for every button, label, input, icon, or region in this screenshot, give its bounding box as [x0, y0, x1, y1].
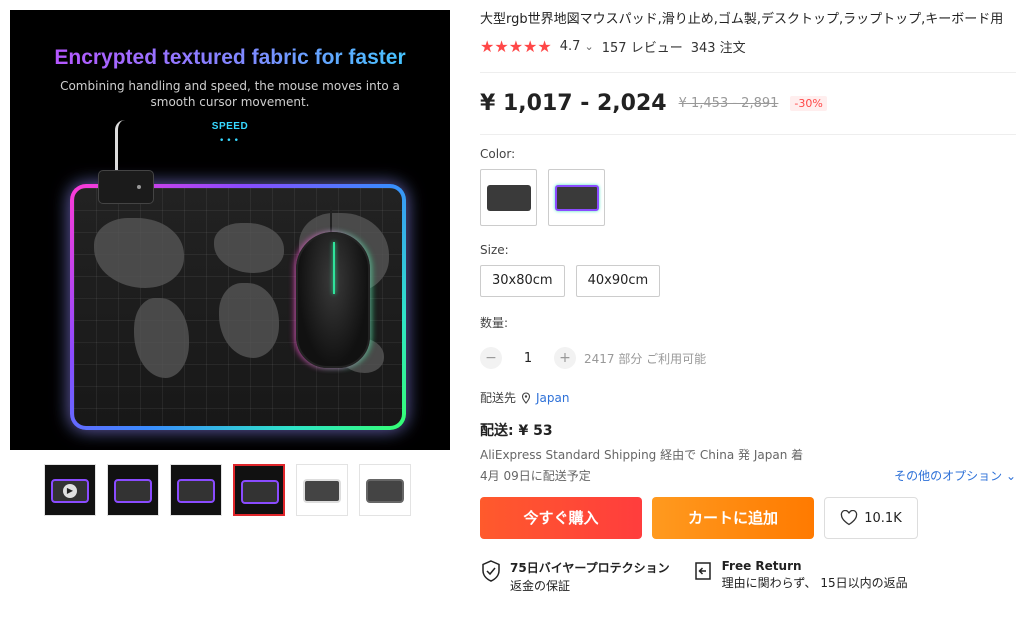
- ship-to-country-link[interactable]: Japan: [536, 391, 569, 405]
- guarantees-row: 75日バイヤープロテクション 返金の保証 Free Return 理由に関わらず…: [480, 559, 1016, 594]
- image-speed-label: SPEED: [211, 121, 249, 132]
- thumbnail-image[interactable]: [107, 464, 159, 516]
- size-option-40x90[interactable]: 40x90cm: [575, 265, 661, 297]
- rating-value[interactable]: 4.7 ⌄: [560, 39, 594, 54]
- swatch-pad-graphic: [487, 185, 531, 211]
- size-option-30x80[interactable]: 30x80cm: [480, 265, 565, 297]
- color-swatch-plain[interactable]: [480, 169, 537, 226]
- quantity-value[interactable]: 1: [510, 351, 546, 366]
- free-return[interactable]: Free Return 理由に関わらず、 15日以内の返品: [692, 559, 908, 594]
- divider: [480, 134, 1016, 135]
- main-product-image[interactable]: Encrypted textured fabric for faster Com…: [10, 10, 450, 450]
- buyer-protection-subtitle: 返金の保証: [510, 579, 571, 593]
- quantity-label: 数量:: [480, 316, 509, 330]
- thumbnail-pad-graphic: [241, 480, 279, 504]
- discount-badge: -30%: [790, 96, 827, 111]
- usb-cable-graphic: [115, 120, 127, 175]
- thumbnail-pad-graphic: [366, 479, 404, 503]
- buy-now-button[interactable]: 今すぐ購入: [480, 497, 642, 539]
- shield-check-icon: [482, 560, 500, 582]
- product-title: 大型rgb世界地図マウスパッド,滑り止め,ゴム製,デスクトップ,ラップトップ,キ…: [480, 12, 1004, 27]
- buyer-protection[interactable]: 75日バイヤープロテクション 返金の保証: [480, 559, 670, 594]
- image-headline: Encrypted textured fabric for faster: [10, 46, 450, 70]
- ship-to-row: 配送先 Japan: [480, 389, 1016, 406]
- location-pin-icon: [521, 391, 531, 404]
- color-label: Color:: [480, 147, 516, 161]
- current-price: ¥ 1,017 - 2,024: [480, 91, 667, 116]
- gaming-mouse-graphic: [296, 232, 370, 368]
- buyer-protection-title: 75日バイヤープロテクション: [510, 561, 670, 575]
- star-rating-icon: ★★★★★: [480, 37, 552, 56]
- product-info-panel: 大型rgb世界地図マウスパッド,滑り止め,ゴム製,デスクトップ,ラップトップ,キ…: [480, 10, 1016, 594]
- color-swatch-rgb[interactable]: [548, 169, 605, 226]
- shipping-cost: 配送: ¥ 53: [480, 423, 553, 439]
- rating-row: ★★★★★ 4.7 ⌄ 157 レビュー 343 注文: [480, 37, 1016, 56]
- thumbnail-pad-graphic: [303, 479, 341, 503]
- size-label: Size:: [480, 243, 509, 257]
- image-subtext: Combining handling and speed, the mouse …: [60, 79, 400, 109]
- wishlist-count: 10.1K: [864, 510, 902, 526]
- delivery-row: 4月 09日に配送予定 その他のオプション ⌄: [480, 467, 1016, 484]
- divider: [480, 72, 1016, 73]
- quantity-increase-button[interactable]: +: [554, 347, 576, 369]
- play-icon: ▶: [63, 484, 77, 498]
- thumbnail-image-selected[interactable]: [233, 464, 285, 516]
- swatch-pad-graphic: [555, 185, 599, 211]
- price-row: ¥ 1,017 - 2,024 ¥ 1,453 - 2,891 -30%: [480, 91, 1016, 116]
- heart-icon: [841, 510, 858, 526]
- chevron-down-icon: ⌄: [584, 40, 594, 53]
- availability-text: 2417 部分 ご利用可能: [584, 351, 707, 366]
- color-swatches: [480, 169, 1016, 226]
- thumbnail-image[interactable]: [296, 464, 348, 516]
- purchase-buttons: 今すぐ購入 カートに追加 10.1K: [480, 497, 1016, 539]
- free-return-title: Free Return: [721, 559, 802, 573]
- thumbnail-video[interactable]: ▶: [44, 464, 96, 516]
- thumbnail-pad-graphic: [177, 479, 215, 503]
- thumbnail-pad-graphic: [114, 479, 152, 503]
- shipping-method: AliExpress Standard Shipping 経由で China 発…: [480, 448, 804, 462]
- review-count[interactable]: 157 レビュー: [602, 37, 683, 56]
- return-icon: [694, 562, 711, 580]
- free-return-subtitle: 理由に関わらず、 15日以内の返品: [721, 576, 908, 590]
- image-speed-dots: •••: [219, 136, 241, 146]
- order-count: 343 注文: [690, 41, 746, 56]
- delivery-estimate: 4月 09日に配送予定: [480, 469, 591, 483]
- thumbnail-image[interactable]: [359, 464, 411, 516]
- thumbnail-strip: ▶: [44, 464, 411, 516]
- usb-hub-graphic: [98, 170, 154, 204]
- add-to-cart-button[interactable]: カートに追加: [652, 497, 814, 539]
- quantity-stepper: − 1 + 2417 部分 ご利用可能: [480, 347, 1016, 369]
- wishlist-button[interactable]: 10.1K: [824, 497, 918, 539]
- quantity-decrease-button[interactable]: −: [480, 347, 502, 369]
- thumbnail-image[interactable]: [170, 464, 222, 516]
- original-price: ¥ 1,453 - 2,891: [678, 96, 779, 111]
- size-options: 30x80cm 40x90cm: [480, 265, 1016, 297]
- other-shipping-options-link[interactable]: その他のオプション ⌄: [894, 467, 1016, 484]
- ship-to-label: 配送先: [480, 391, 517, 405]
- mouse-cable-graphic: [330, 206, 332, 234]
